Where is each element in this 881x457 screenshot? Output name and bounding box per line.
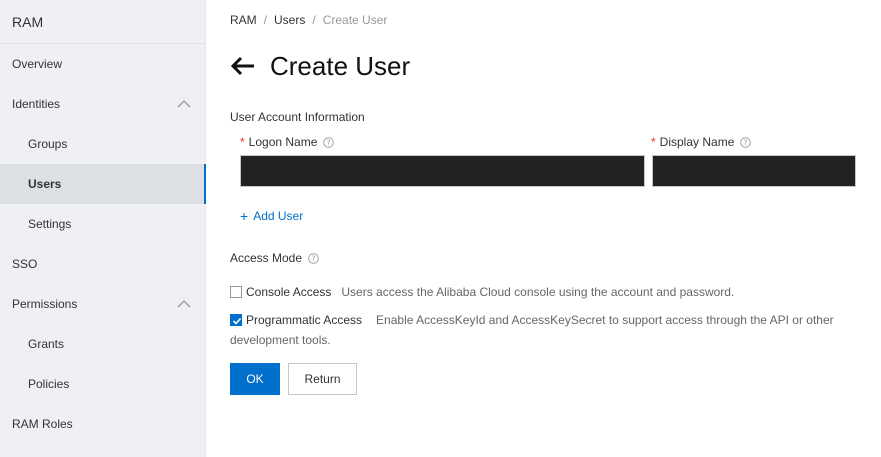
- help-icon[interactable]: ?: [323, 136, 335, 148]
- sidebar-item-groups[interactable]: Groups: [0, 124, 205, 164]
- sidebar-item-users[interactable]: Users: [0, 164, 206, 204]
- sidebar-item-label: Identities: [12, 97, 61, 111]
- programmatic-access-description-continued: development tools.: [230, 333, 331, 347]
- console-access-description: Users access the Alibaba Cloud console u…: [341, 285, 735, 299]
- chevron-up-icon[interactable]: [177, 99, 191, 109]
- sidebar-item-overview[interactable]: Overview: [0, 44, 205, 84]
- access-mode-label-text: Access Mode: [230, 251, 303, 265]
- logon-name-input[interactable]: [240, 155, 645, 187]
- sidebar-item-permissions[interactable]: Permissions: [0, 284, 205, 324]
- sidebar-item-label: Permissions: [12, 297, 78, 311]
- title-row: Create User: [230, 48, 410, 84]
- section-label-user-account: User Account Information: [230, 110, 365, 124]
- back-arrow-icon[interactable]: [230, 56, 256, 76]
- sidebar-item-label: SSO: [12, 257, 38, 271]
- help-icon[interactable]: ?: [308, 252, 319, 264]
- access-mode-label: Access Mode ?: [230, 251, 319, 265]
- sidebar-item-label: Policies: [28, 377, 70, 391]
- programmatic-access-option: Programmatic Access Enable AccessKeyId an…: [230, 313, 834, 327]
- programmatic-access-checkbox[interactable]: [230, 314, 242, 326]
- display-name-label: * Display Name ?: [651, 135, 752, 149]
- sidebar-item-sso[interactable]: SSO: [0, 244, 205, 284]
- checkmark-icon: [232, 317, 242, 325]
- sidebar-item-label: Groups: [28, 137, 68, 151]
- breadcrumb-users[interactable]: Users: [274, 13, 305, 27]
- display-name-label-text: Display Name: [659, 135, 735, 149]
- add-user-label: Add User: [253, 209, 304, 223]
- console-access-option: Console Access Users access the Alibaba C…: [230, 285, 734, 299]
- sidebar-item-settings[interactable]: Settings: [0, 204, 205, 244]
- breadcrumb-separator: /: [263, 13, 268, 27]
- breadcrumb: RAM / Users / Create User: [230, 13, 387, 27]
- breadcrumb-current: Create User: [322, 13, 388, 27]
- sidebar-item-label: Users: [28, 177, 62, 191]
- svg-text:?: ?: [327, 138, 331, 147]
- help-icon[interactable]: ?: [740, 136, 752, 148]
- required-mark: *: [240, 135, 245, 149]
- add-user-button[interactable]: + Add User: [240, 208, 303, 224]
- console-access-checkbox[interactable]: [230, 286, 242, 298]
- sidebar-item-policies[interactable]: Policies: [0, 364, 205, 404]
- ok-button[interactable]: OK: [230, 363, 280, 395]
- sidebar-item-identities[interactable]: Identities: [0, 84, 205, 124]
- sidebar-item-label: Settings: [28, 217, 72, 231]
- main-content: RAM / Users / Create User Create User User A…: [206, 0, 881, 457]
- programmatic-access-description: Enable AccessKeyId and AccessKeySecret t…: [376, 313, 834, 327]
- sidebar: RAM Overview Identities Groups Users Set…: [0, 0, 206, 457]
- console-access-label[interactable]: Console Access: [246, 285, 331, 299]
- sidebar-item-grants[interactable]: Grants: [0, 324, 205, 364]
- breadcrumb-separator: /: [312, 13, 316, 27]
- logon-name-label: * Logon Name ?: [240, 135, 335, 149]
- breadcrumb-ram[interactable]: RAM: [230, 13, 257, 27]
- page-title: Create User: [270, 50, 411, 81]
- sidebar-item-label: Overview: [12, 57, 63, 71]
- sidebar-item-ram-roles[interactable]: RAM Roles: [0, 404, 205, 444]
- svg-text:?: ?: [744, 138, 748, 147]
- sidebar-item-label: Grants: [28, 337, 65, 351]
- sidebar-title: RAM: [0, 0, 205, 44]
- plus-icon: +: [240, 208, 249, 224]
- return-button[interactable]: Return: [288, 363, 357, 395]
- programmatic-access-label[interactable]: Programmatic Access: [246, 313, 362, 327]
- display-name-input[interactable]: [652, 155, 856, 187]
- sidebar-item-label: RAM Roles: [12, 417, 73, 431]
- svg-text:?: ?: [312, 254, 316, 263]
- logon-name-label-text: Logon Name: [248, 135, 318, 149]
- chevron-up-icon[interactable]: [177, 299, 191, 309]
- required-mark: *: [651, 135, 656, 149]
